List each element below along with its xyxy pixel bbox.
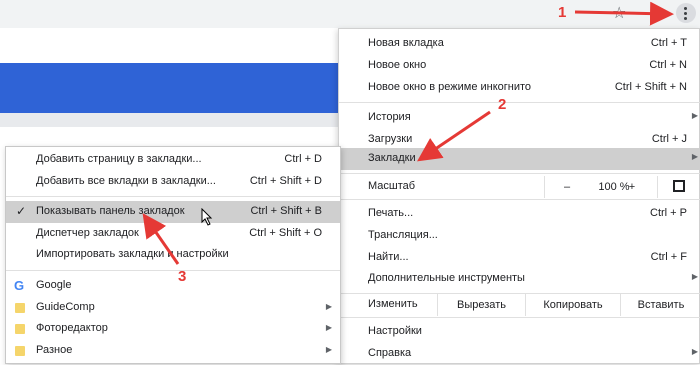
page-subheader-band — [0, 113, 340, 127]
menu-item-find[interactable]: Найти... Ctrl + F — [339, 247, 700, 269]
menu-item-label: Найти... — [368, 251, 409, 263]
menu-item-shortcut: Ctrl + P — [650, 207, 687, 219]
edit-row: Изменить Вырезать Копировать Вставить — [339, 294, 700, 316]
bookmark-folder-photoeditor[interactable]: Фоторедактор ▶ — [6, 318, 340, 340]
menu-item-history[interactable]: История ▶ — [339, 107, 700, 129]
edit-label: Изменить — [368, 298, 418, 310]
menu-item-label: Печать... — [368, 207, 414, 219]
folder-icon — [15, 346, 25, 356]
zoom-row: Масштаб – 100 % + — [339, 176, 700, 198]
submenu-arrow-icon: ▶ — [691, 347, 698, 356]
zoom-in-button[interactable]: + — [621, 178, 643, 196]
menu-item-label: Загрузки — [368, 133, 413, 145]
menu-item-label: Новое окно в режиме инкогнито — [368, 81, 532, 93]
menu-item-bookmark-all-tabs[interactable]: Добавить все вкладки в закладки... Ctrl … — [6, 171, 340, 193]
menu-item-bookmark-manager[interactable]: Диспетчер закладок Ctrl + Shift + O — [6, 223, 340, 245]
menu-item-cast[interactable]: Трансляция... — [339, 225, 700, 247]
submenu-arrow-icon: ▶ — [325, 302, 332, 311]
menu-item-label: Добавить страницу в закладки... — [36, 153, 202, 165]
menu-divider — [6, 270, 340, 271]
checkmark-icon: ✓ — [16, 204, 27, 218]
divider — [544, 176, 545, 198]
menu-item-show-bookmarks-bar[interactable]: ✓ Показывать панель закладок Ctrl + Shif… — [6, 201, 340, 223]
fullscreen-icon[interactable] — [673, 180, 685, 192]
menu-item-label: Показывать панель закладок — [36, 205, 185, 217]
menu-item-label: Новое окно — [368, 59, 427, 71]
bookmark-label: GuideComp — [36, 301, 95, 313]
menu-divider — [339, 173, 700, 174]
menu-item-shortcut: Ctrl + Shift + D — [249, 175, 322, 187]
bookmark-folder-guidecomp[interactable]: GuideComp ▶ — [6, 297, 340, 319]
submenu-arrow-icon: ▶ — [325, 345, 332, 354]
menu-item-incognito[interactable]: Новое окно в режиме инкогнито Ctrl + Shi… — [339, 77, 700, 99]
zoom-out-button[interactable]: – — [556, 178, 578, 196]
menu-item-shortcut: Ctrl + T — [650, 37, 687, 49]
menu-item-help[interactable]: Справка ▶ — [339, 343, 700, 365]
menu-divider — [339, 102, 700, 103]
bookmark-folder-misc[interactable]: Разное ▶ — [6, 340, 340, 362]
bookmark-label: Разное — [36, 344, 73, 356]
copy-button[interactable]: Копировать — [526, 294, 620, 316]
menu-item-label: Настройки — [368, 325, 422, 337]
step-number-2: 2 — [498, 96, 507, 113]
step-number-1: 1 — [558, 4, 567, 21]
menu-item-bookmarks[interactable]: Закладки ▶ — [339, 148, 700, 170]
menu-item-new-tab[interactable]: Новая вкладка Ctrl + T — [339, 33, 700, 55]
menu-item-label: Справка — [368, 347, 412, 359]
menu-divider — [6, 196, 340, 197]
submenu-arrow-icon: ▶ — [691, 152, 698, 161]
menu-item-shortcut: Ctrl + D — [284, 153, 322, 165]
menu-item-shortcut: Ctrl + F — [650, 251, 687, 263]
page-header-band — [0, 63, 340, 113]
menu-item-settings[interactable]: Настройки — [339, 321, 700, 343]
menu-item-label: Трансляция... — [368, 229, 438, 241]
bookmark-star-icon[interactable]: ☆ — [612, 5, 626, 23]
menu-item-shortcut: Ctrl + Shift + B — [250, 205, 322, 217]
submenu-arrow-icon: ▶ — [691, 111, 698, 120]
menu-item-label: История — [368, 111, 411, 123]
folder-icon — [15, 303, 25, 313]
divider — [657, 176, 658, 198]
menu-item-label: Новая вкладка — [368, 37, 444, 49]
menu-item-shortcut: Ctrl + N — [649, 59, 687, 71]
menu-item-new-window[interactable]: Новое окно Ctrl + N — [339, 55, 700, 77]
menu-item-import-bookmarks[interactable]: Импортировать закладки и настройки — [6, 244, 340, 266]
menu-item-print[interactable]: Печать... Ctrl + P — [339, 203, 700, 225]
dot-icon — [684, 12, 687, 15]
zoom-label: Масштаб — [368, 180, 416, 192]
menu-divider — [339, 199, 700, 200]
chrome-main-menu: Новая вкладка Ctrl + T Новое окно Ctrl +… — [338, 28, 700, 364]
menu-item-shortcut: Ctrl + J — [651, 133, 687, 145]
bookmark-label: Фоторедактор — [36, 322, 108, 334]
folder-icon — [15, 324, 25, 334]
menu-item-label: Закладки — [368, 152, 416, 164]
mouse-cursor-icon — [201, 208, 213, 226]
browser-toolbar: ☆ — [0, 0, 700, 29]
menu-item-more-tools[interactable]: Дополнительные инструменты ▶ — [339, 268, 700, 290]
bookmark-label: Google — [36, 279, 72, 291]
dot-icon — [684, 7, 687, 10]
menu-divider — [339, 317, 700, 318]
menu-item-shortcut: Ctrl + Shift + N — [614, 81, 687, 93]
menu-item-label: Добавить все вкладки в закладки... — [36, 175, 216, 187]
bookmark-item-google[interactable]: G Google — [6, 275, 340, 297]
submenu-arrow-icon: ▶ — [325, 323, 332, 332]
paste-button[interactable]: Вставить — [621, 294, 700, 316]
menu-item-label: Импортировать закладки и настройки — [36, 248, 229, 260]
step-number-3: 3 — [178, 268, 187, 285]
menu-item-label: Диспетчер закладок — [36, 227, 139, 239]
menu-item-shortcut: Ctrl + Shift + O — [249, 227, 322, 239]
google-icon: G — [14, 278, 25, 293]
bookmarks-submenu: Добавить страницу в закладки... Ctrl + D… — [5, 146, 341, 364]
menu-item-bookmark-page[interactable]: Добавить страницу в закладки... Ctrl + D — [6, 149, 340, 171]
dot-icon — [684, 17, 687, 20]
menu-item-label: Дополнительные инструменты — [368, 272, 525, 284]
submenu-arrow-icon: ▶ — [691, 272, 698, 281]
chrome-menu-button[interactable] — [676, 3, 696, 23]
cut-button[interactable]: Вырезать — [438, 294, 525, 316]
